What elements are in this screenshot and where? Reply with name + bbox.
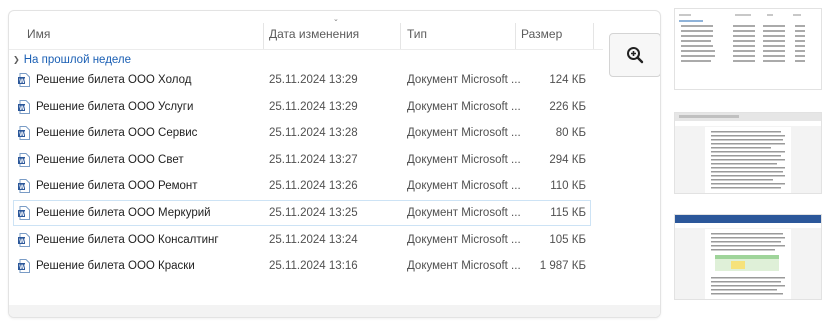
document-thumbnail-image: [675, 113, 821, 193]
file-name: Решение билета ООО Услуги: [36, 101, 194, 113]
column-header-name[interactable]: Имя: [27, 19, 50, 49]
word-document-icon: W: [18, 126, 30, 140]
column-header-date[interactable]: Дата изменения: [269, 19, 359, 49]
column-divider[interactable]: [593, 23, 594, 49]
file-type: Документ Microsoft ...: [407, 74, 521, 86]
word-document-icon: W: [18, 73, 30, 87]
svg-text:W: W: [19, 239, 25, 245]
explorer-thumbnail-image: [675, 9, 821, 89]
column-divider[interactable]: [515, 23, 516, 49]
preview-zoom-button[interactable]: [609, 33, 660, 77]
explorer-thumbnail: [674, 8, 822, 90]
file-name: Решение билета ООО Холод: [36, 74, 192, 86]
file-date: 25.11.2024 13:29: [269, 101, 358, 113]
file-date: 25.11.2024 13:28: [269, 127, 358, 139]
word-document-icon: W: [18, 233, 30, 247]
word-document-icon: W: [18, 179, 30, 193]
file-date: 25.11.2024 13:26: [269, 180, 358, 192]
word-document-icon: W: [18, 100, 30, 114]
file-size: 80 КБ: [555, 127, 586, 139]
file-row[interactable]: W Решение билета ООО Ремонт 25.11.2024 13:…: [13, 173, 591, 199]
file-name: Решение билета ООО Ремонт: [36, 180, 198, 192]
file-row[interactable]: W Решение билета ООО Услуги 25.11.2024 13:…: [13, 94, 591, 120]
column-header-size[interactable]: Размер: [521, 19, 562, 49]
svg-text:W: W: [19, 132, 25, 138]
column-header-row: ⌄ Имя Дата изменения Тип Размер: [9, 16, 603, 50]
file-date: 25.11.2024 13:16: [269, 260, 358, 272]
file-date: 25.11.2024 13:29: [269, 74, 358, 86]
file-row[interactable]: W Решение билета ООО Свет 25.11.2024 13:27…: [13, 147, 591, 173]
file-row[interactable]: W Решение билета ООО Консалтинг 25.11.2024…: [13, 227, 591, 253]
file-row[interactable]: W Решение билета ООО Краски 25.11.2024 13:…: [13, 253, 591, 279]
file-size: 124 КБ: [549, 74, 586, 86]
file-date: 25.11.2024 13:25: [269, 207, 358, 219]
file-name: Решение билета ООО Консалтинг: [36, 234, 219, 246]
file-size: 110 КБ: [550, 180, 586, 192]
word-document-icon: W: [18, 206, 30, 220]
file-type: Документ Microsoft ...: [407, 207, 521, 219]
file-size: 115 КБ: [550, 207, 586, 219]
svg-text:W: W: [19, 159, 25, 165]
file-type: Документ Microsoft ...: [407, 260, 521, 272]
column-header-type[interactable]: Тип: [407, 19, 427, 49]
column-divider[interactable]: [400, 23, 401, 49]
file-explorer-panel: ⌄ Имя Дата изменения Тип Размер ❯ На прош…: [8, 10, 661, 318]
zoom-in-icon: [627, 47, 644, 64]
svg-text:W: W: [19, 265, 25, 271]
file-name: Решение билета ООО Краски: [36, 260, 195, 272]
document-thumbnail: [674, 214, 822, 300]
file-name: Решение билета ООО Меркурий: [36, 207, 211, 219]
file-size: 294 КБ: [549, 154, 586, 166]
svg-text:W: W: [19, 212, 25, 218]
file-size: 226 КБ: [549, 101, 586, 113]
file-size: 1 987 КБ: [539, 260, 586, 272]
svg-text:W: W: [19, 106, 25, 112]
file-name: Решение билета ООО Сервис: [36, 127, 198, 139]
document-thumbnail: [674, 112, 822, 194]
svg-text:W: W: [19, 79, 25, 85]
file-date: 25.11.2024 13:27: [269, 154, 358, 166]
word-document-icon: W: [18, 153, 30, 167]
svg-text:W: W: [19, 185, 25, 191]
file-date: 25.11.2024 13:24: [269, 234, 358, 246]
file-type: Документ Microsoft ...: [407, 127, 521, 139]
file-name: Решение билета ООО Свет: [36, 154, 184, 166]
horizontal-scrollbar-track[interactable]: [9, 305, 660, 317]
group-label: На прошлой неделе: [23, 54, 132, 66]
column-divider[interactable]: [263, 23, 264, 49]
document-thumbnail-image: [675, 215, 821, 299]
file-type: Документ Microsoft ...: [407, 101, 521, 113]
file-type: Документ Microsoft ...: [407, 180, 521, 192]
word-document-icon: W: [18, 259, 30, 273]
file-type: Документ Microsoft ...: [407, 154, 521, 166]
file-size: 105 КБ: [549, 234, 586, 246]
file-row[interactable]: W Решение билета ООО Меркурий 25.11.2024 1…: [13, 200, 591, 226]
file-row[interactable]: W Решение билета ООО Сервис 25.11.2024 13:…: [13, 120, 591, 146]
file-row[interactable]: W Решение билета ООО Холод 25.11.2024 13:2…: [13, 67, 591, 93]
file-type: Документ Microsoft ...: [407, 234, 521, 246]
